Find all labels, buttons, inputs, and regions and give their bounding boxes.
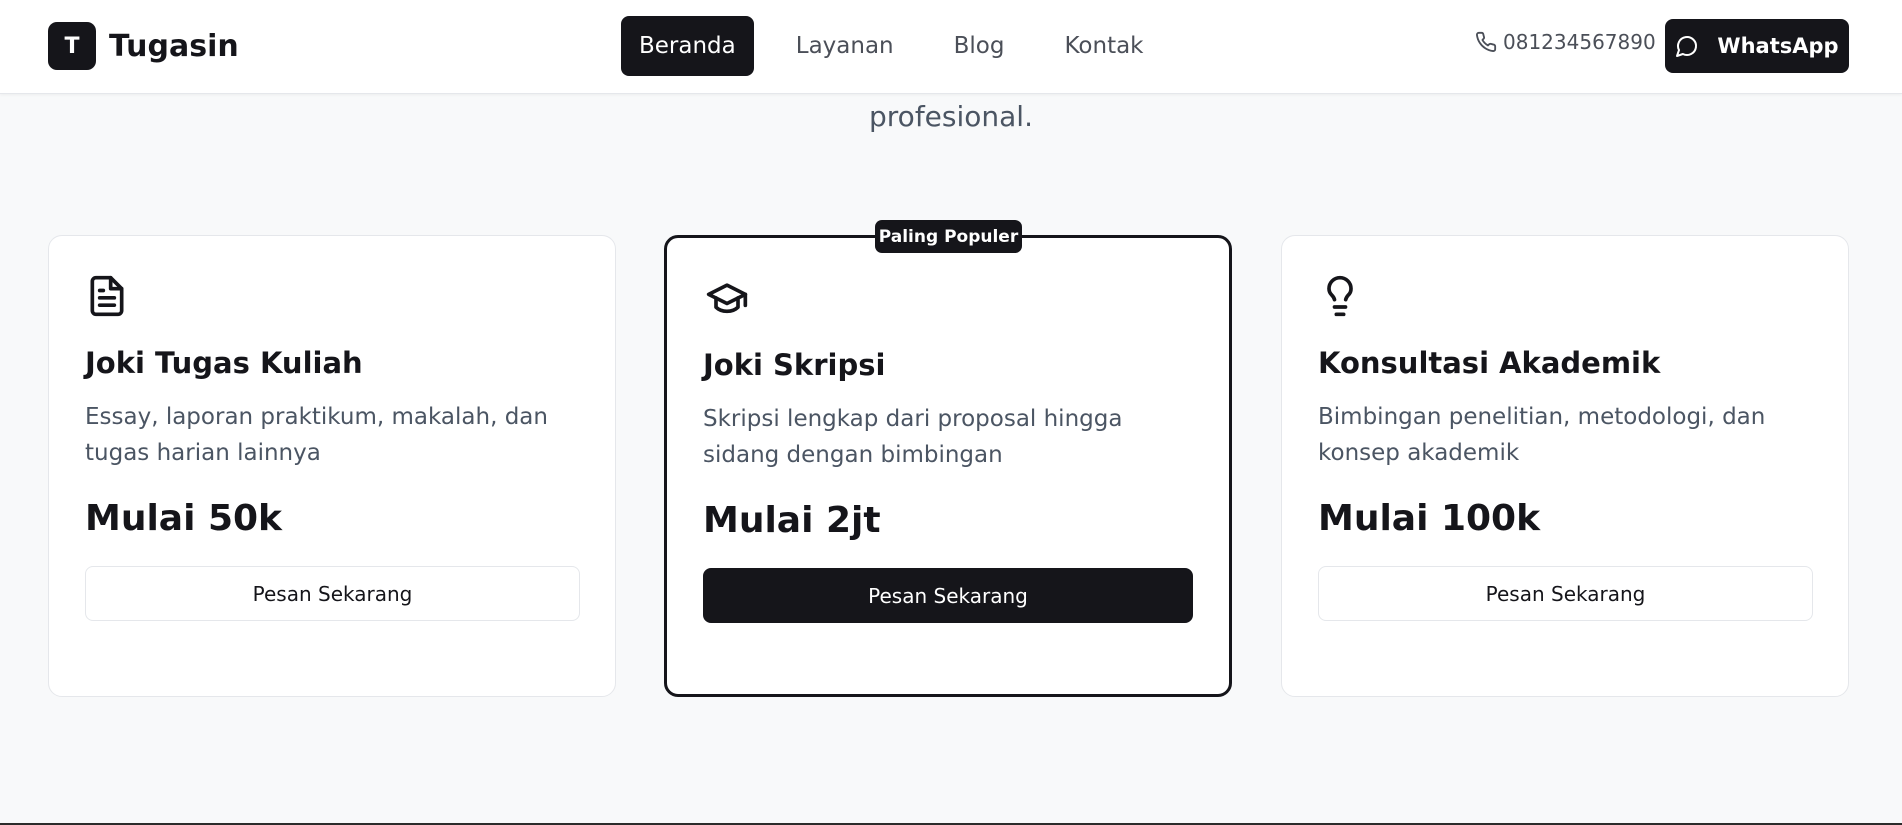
nav-item-kontak[interactable]: Kontak <box>1046 16 1161 76</box>
service-card-joki-tugas: Joki Tugas Kuliah Essay, laporan praktik… <box>48 235 616 697</box>
service-description: Bimbingan penelitian, metodologi, dan ko… <box>1318 404 1766 466</box>
service-title: Joki Skripsi <box>703 348 886 382</box>
service-price: Mulai 50k <box>85 498 282 539</box>
section-intro-tail: profesional. <box>869 100 1033 133</box>
message-circle-icon <box>1676 36 1698 57</box>
nav-item-beranda[interactable]: Beranda <box>621 16 754 76</box>
service-description: Skripsi lengkap dari proposal hingga sid… <box>703 406 1123 468</box>
service-description: Essay, laporan praktikum, makalah, dan t… <box>85 404 548 466</box>
document-icon <box>85 272 129 324</box>
service-title: Konsultasi Akademik <box>1318 346 1661 380</box>
brand-logo[interactable]: T Tugasin <box>48 22 239 70</box>
whatsapp-label: WhatsApp <box>1717 34 1839 58</box>
lightbulb-icon <box>1318 272 1362 324</box>
brand-name: Tugasin <box>109 28 239 64</box>
top-navbar: T Tugasin Beranda Layanan Blog Kontak 08… <box>0 0 1902 94</box>
service-price: Mulai 100k <box>1318 498 1541 539</box>
popular-badge: Paling Populer <box>875 220 1022 253</box>
whatsapp-button[interactable]: WhatsApp <box>1665 19 1849 73</box>
graduation-cap-icon <box>703 276 751 324</box>
service-title: Joki Tugas Kuliah <box>85 346 363 380</box>
main-nav: Beranda Layanan Blog Kontak <box>621 16 1186 76</box>
order-button[interactable]: Pesan Sekarang <box>85 566 580 621</box>
order-button-primary[interactable]: Pesan Sekarang <box>703 568 1193 623</box>
phone-icon <box>1476 31 1497 52</box>
service-card-joki-skripsi: Joki Skripsi Skripsi lengkap dari propos… <box>664 235 1232 697</box>
logo-mark: T <box>48 22 96 70</box>
service-card-konsultasi: Konsultasi Akademik Bimbingan penelitian… <box>1281 235 1849 697</box>
service-price: Mulai 2jt <box>703 500 881 541</box>
nav-item-blog[interactable]: Blog <box>936 16 1023 76</box>
order-button[interactable]: Pesan Sekarang <box>1318 566 1813 621</box>
nav-item-layanan[interactable]: Layanan <box>778 16 912 76</box>
phone-number: 081234567890 <box>1503 30 1656 54</box>
phone-contact[interactable]: 081234567890 <box>1475 30 1656 54</box>
